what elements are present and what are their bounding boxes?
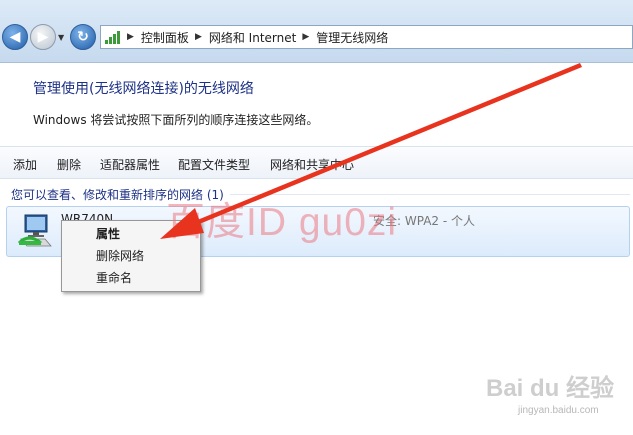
baidu-url: jingyan.baidu.com [518, 405, 599, 416]
baidu-logo: Bai du 经验 [486, 375, 615, 402]
